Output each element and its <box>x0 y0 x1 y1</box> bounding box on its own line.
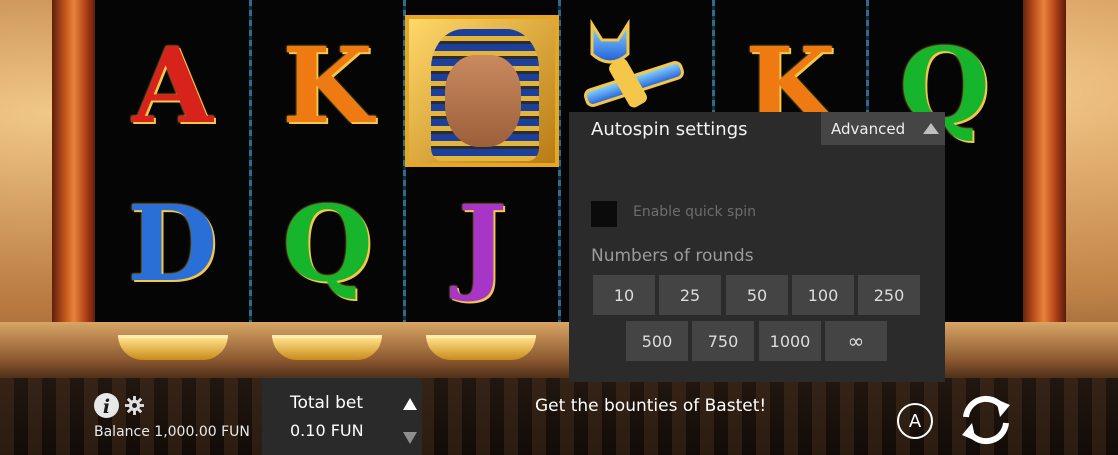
reel-separator <box>249 0 252 323</box>
pharaoh-face <box>445 55 521 147</box>
rounds-button-10[interactable]: 10 <box>593 275 655 315</box>
info-icon[interactable]: i <box>93 392 120 419</box>
advanced-label: Advanced <box>831 119 906 138</box>
hieroglyph-band <box>0 378 1118 455</box>
total-bet-value: 0.10 FUN <box>290 421 364 440</box>
rounds-button-250[interactable]: 250 <box>858 275 920 315</box>
total-bet-panel <box>262 378 422 455</box>
gold-bowl <box>426 335 536 360</box>
quick-spin-checkbox[interactable] <box>591 201 617 227</box>
rounds-button-infinite[interactable]: ∞ <box>825 321 887 361</box>
rounds-button-750[interactable]: 750 <box>692 321 754 361</box>
rounds-label: Numbers of rounds <box>591 246 754 266</box>
symbol-k: K <box>282 23 373 147</box>
triangle-up-icon <box>923 123 940 134</box>
autospin-settings-title: Autospin settings <box>591 119 748 140</box>
triangle-down-icon[interactable] <box>402 431 418 445</box>
advanced-toggle[interactable]: Advanced <box>821 112 945 145</box>
autospin-settings-panel: Autospin settings Advanced Enable quick … <box>569 112 945 382</box>
left-pillar <box>52 0 96 372</box>
autoplay-icon[interactable]: A <box>897 403 933 439</box>
quick-spin-label: Enable quick spin <box>633 204 756 220</box>
symbol-a: A <box>132 23 213 147</box>
autoplay-letter: A <box>908 410 922 432</box>
symbol-j: J <box>457 181 508 305</box>
total-bet-label: Total bet <box>290 393 364 413</box>
gold-bowl <box>118 335 228 360</box>
cat-ankh-symbol <box>584 18 684 108</box>
gold-bowl <box>272 335 382 360</box>
triangle-up-icon[interactable] <box>402 397 418 411</box>
game-message: Get the bounties of Bastet! <box>535 396 767 416</box>
symbol-d: D <box>127 181 218 305</box>
bottom-bar <box>0 378 1118 455</box>
gear-icon[interactable] <box>125 396 144 415</box>
balance-text: Balance 1,000.00 FUN <box>94 424 250 440</box>
symbol-q: Q <box>282 181 373 305</box>
right-pillar <box>1022 0 1066 372</box>
rounds-button-500[interactable]: 500 <box>626 321 688 361</box>
rounds-button-25[interactable]: 25 <box>659 275 721 315</box>
rounds-button-50[interactable]: 50 <box>726 275 788 315</box>
rounds-button-1000[interactable]: 1000 <box>759 321 821 361</box>
spin-arrows-icon[interactable] <box>956 391 1016 449</box>
rounds-button-100[interactable]: 100 <box>792 275 854 315</box>
svg-text:i: i <box>103 396 110 418</box>
pharaoh-symbol <box>405 15 559 167</box>
